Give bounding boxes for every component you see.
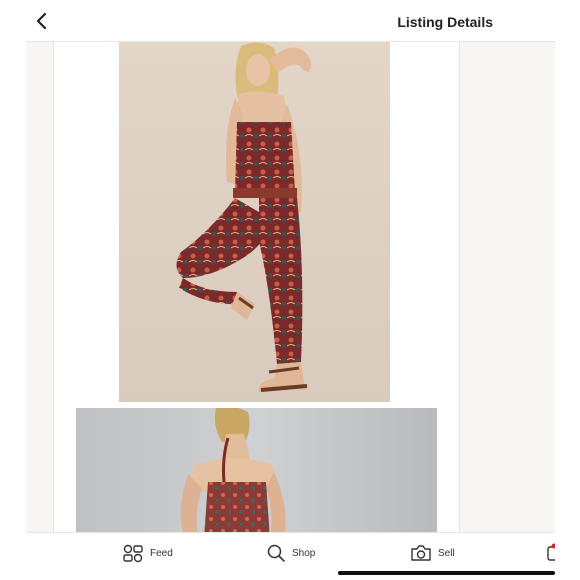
product-photo-front[interactable] — [119, 42, 390, 402]
search-icon — [267, 544, 285, 562]
nav-more[interactable] — [546, 543, 555, 563]
more-icon — [547, 543, 555, 561]
bottom-nav: Feed Shop Sell — [26, 532, 555, 580]
chevron-left-icon — [36, 12, 47, 30]
home-indicator — [338, 571, 555, 575]
feed-icon — [123, 544, 143, 563]
photo-gallery[interactable] — [53, 42, 460, 532]
top-bar: Listing Details — [26, 0, 555, 42]
nav-shop[interactable]: Shop — [266, 543, 315, 563]
nav-sell[interactable]: Sell — [410, 543, 455, 563]
page-title: Listing Details — [397, 14, 493, 30]
nav-sell-label: Sell — [438, 547, 455, 559]
nav-feed[interactable]: Feed — [122, 543, 173, 563]
nav-shop-label: Shop — [292, 547, 316, 559]
nav-feed-label: Feed — [150, 547, 173, 559]
back-button[interactable] — [30, 9, 54, 33]
product-photo-back[interactable] — [76, 408, 437, 532]
listing-screen: Listing Details Feed Shop Sell — [26, 0, 555, 580]
camera-icon — [411, 545, 431, 561]
